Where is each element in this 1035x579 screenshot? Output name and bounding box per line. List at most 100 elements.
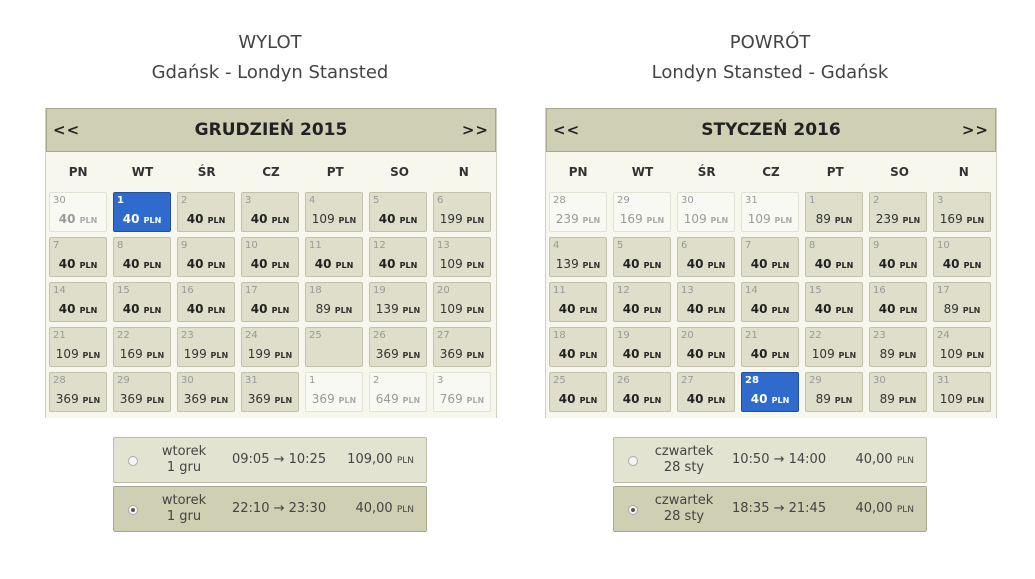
inbound-next-month-button[interactable]: >> <box>962 121 989 139</box>
day-price-value: 40 <box>686 392 704 406</box>
day-price: 40 PLN <box>678 392 734 406</box>
calendar-day-cell[interactable]: 28 239 PLN <box>549 192 607 232</box>
day-number: 2 <box>181 195 188 206</box>
calendar-day-cell[interactable]: 29 369 PLN <box>113 372 171 412</box>
calendar-day-cell[interactable]: 6 40 PLN <box>677 237 735 277</box>
day-price: 199 PLN <box>434 212 490 226</box>
calendar-day-cell[interactable]: 9 40 PLN <box>869 237 927 277</box>
calendar-day-cell[interactable]: 31 369 PLN <box>241 372 299 412</box>
calendar-day-cell[interactable]: 26 40 PLN <box>613 372 671 412</box>
calendar-day-cell[interactable]: 7 40 PLN <box>741 237 799 277</box>
calendar-day-cell[interactable]: 16 40 PLN <box>869 282 927 322</box>
calendar-day-cell[interactable]: 20 40 PLN <box>677 327 735 367</box>
calendar-day-cell[interactable]: 14 40 PLN <box>49 282 107 322</box>
day-number: 30 <box>873 375 886 386</box>
calendar-day-cell[interactable]: 12 40 PLN <box>369 237 427 277</box>
day-price: 40 PLN <box>178 257 234 271</box>
calendar-day-cell[interactable]: 3 769 PLN <box>433 372 491 412</box>
calendar-day-cell[interactable]: 19 40 PLN <box>613 327 671 367</box>
calendar-day-cell[interactable]: 28 40 PLN <box>741 372 799 412</box>
flight-price-value: 40,00 <box>855 501 893 516</box>
calendar-day-cell[interactable]: 2 649 PLN <box>369 372 427 412</box>
calendar-day-cell[interactable]: 12 40 PLN <box>613 282 671 322</box>
day-price-value: 40 <box>878 302 896 316</box>
day-number: 19 <box>617 330 630 341</box>
currency-label: PLN <box>643 351 662 360</box>
calendar-day-cell[interactable]: 31 109 PLN <box>933 372 991 412</box>
flight-day: 28 sty <box>663 509 705 524</box>
calendar-day-cell[interactable]: 10 40 PLN <box>241 237 299 277</box>
outbound-next-month-button[interactable]: >> <box>462 121 489 139</box>
calendar-day-cell[interactable]: 24 199 PLN <box>241 327 299 367</box>
calendar-day-cell[interactable]: 3 169 PLN <box>933 192 991 232</box>
calendar-day-cell[interactable]: 1 89 PLN <box>805 192 863 232</box>
calendar-day-cell[interactable]: 21 40 PLN <box>741 327 799 367</box>
calendar-day-cell[interactable]: 6 199 PLN <box>433 192 491 232</box>
calendar-day-cell[interactable]: 25 <box>305 327 363 367</box>
calendar-day-cell[interactable]: 30 89 PLN <box>869 372 927 412</box>
calendar-day-cell[interactable]: 8 40 PLN <box>805 237 863 277</box>
calendar-day-cell[interactable]: 22 109 PLN <box>805 327 863 367</box>
day-price-value: 89 <box>815 212 831 226</box>
calendar-day-cell[interactable]: 5 40 PLN <box>369 192 427 232</box>
flight-radio[interactable] <box>628 505 638 515</box>
flight-option[interactable]: wtorek 1 gru 09:05 → 10:25 109,00 PLN <box>113 437 427 483</box>
calendar-day-cell[interactable]: 5 40 PLN <box>613 237 671 277</box>
flight-option[interactable]: czwartek 28 sty 18:35 → 21:45 40,00 PLN <box>613 486 927 532</box>
calendar-day-cell[interactable]: 7 40 PLN <box>49 237 107 277</box>
calendar-day-cell[interactable]: 2 239 PLN <box>869 192 927 232</box>
calendar-day-cell[interactable]: 31 109 PLN <box>741 192 799 232</box>
calendar-day-cell[interactable]: 4 109 PLN <box>305 192 363 232</box>
flight-radio[interactable] <box>128 505 138 515</box>
calendar-day-cell[interactable]: 27 40 PLN <box>677 372 735 412</box>
calendar-day-cell[interactable]: 11 40 PLN <box>549 282 607 322</box>
calendar-day-cell[interactable]: 22 169 PLN <box>113 327 171 367</box>
calendar-day-cell[interactable]: 24 109 PLN <box>933 327 991 367</box>
calendar-day-cell[interactable]: 18 40 PLN <box>549 327 607 367</box>
calendar-day-cell[interactable]: 2 40 PLN <box>177 192 235 232</box>
calendar-day-cell[interactable]: 13 109 PLN <box>433 237 491 277</box>
flight-option[interactable]: czwartek 28 sty 10:50 → 14:00 40,00 PLN <box>613 437 927 483</box>
calendar-day-cell[interactable]: 15 40 PLN <box>805 282 863 322</box>
calendar-day-cell[interactable]: 17 89 PLN <box>933 282 991 322</box>
calendar-day-cell[interactable]: 19 139 PLN <box>369 282 427 322</box>
currency-label: PLN <box>579 396 598 405</box>
calendar-day-cell[interactable]: 14 40 PLN <box>741 282 799 322</box>
day-number: 19 <box>373 285 386 296</box>
flight-radio[interactable] <box>128 456 138 466</box>
calendar-day-cell[interactable]: 29 169 PLN <box>613 192 671 232</box>
day-price: 369 PLN <box>50 392 106 406</box>
day-price: 40 PLN <box>550 302 606 316</box>
calendar-day-cell[interactable]: 1 369 PLN <box>305 372 363 412</box>
calendar-day-cell[interactable]: 30 369 PLN <box>177 372 235 412</box>
calendar-day-cell[interactable]: 1 40 PLN <box>113 192 171 232</box>
calendar-day-cell[interactable]: 3 40 PLN <box>241 192 299 232</box>
calendar-day-cell[interactable]: 15 40 PLN <box>113 282 171 322</box>
calendar-day-cell[interactable]: 23 89 PLN <box>869 327 927 367</box>
calendar-day-cell[interactable]: 23 199 PLN <box>177 327 235 367</box>
calendar-day-cell[interactable]: 9 40 PLN <box>177 237 235 277</box>
flight-radio[interactable] <box>628 456 638 466</box>
calendar-day-cell[interactable]: 10 40 PLN <box>933 237 991 277</box>
calendar-day-cell[interactable]: 18 89 PLN <box>305 282 363 322</box>
calendar-day-cell[interactable]: 21 109 PLN <box>49 327 107 367</box>
calendar-day-cell[interactable]: 11 40 PLN <box>305 237 363 277</box>
calendar-day-cell[interactable]: 30 40 PLN <box>49 192 107 232</box>
flight-option[interactable]: wtorek 1 gru 22:10 → 23:30 40,00 PLN <box>113 486 427 532</box>
calendar-day-cell[interactable]: 8 40 PLN <box>113 237 171 277</box>
calendar-day-cell[interactable]: 29 89 PLN <box>805 372 863 412</box>
day-price-value: 40 <box>622 347 640 361</box>
calendar-day-cell[interactable]: 4 139 PLN <box>549 237 607 277</box>
calendar-day-cell[interactable]: 20 109 PLN <box>433 282 491 322</box>
calendar-day-cell[interactable]: 25 40 PLN <box>549 372 607 412</box>
calendar-day-cell[interactable]: 30 109 PLN <box>677 192 735 232</box>
day-price-value: 40 <box>314 257 332 271</box>
calendar-day-cell[interactable]: 17 40 PLN <box>241 282 299 322</box>
calendar-day-cell[interactable]: 28 369 PLN <box>49 372 107 412</box>
calendar-day-cell[interactable]: 16 40 PLN <box>177 282 235 322</box>
day-price-value: 40 <box>58 212 76 226</box>
calendar-day-cell[interactable]: 13 40 PLN <box>677 282 735 322</box>
currency-label: PLN <box>771 306 790 315</box>
calendar-day-cell[interactable]: 26 369 PLN <box>369 327 427 367</box>
calendar-day-cell[interactable]: 27 369 PLN <box>433 327 491 367</box>
